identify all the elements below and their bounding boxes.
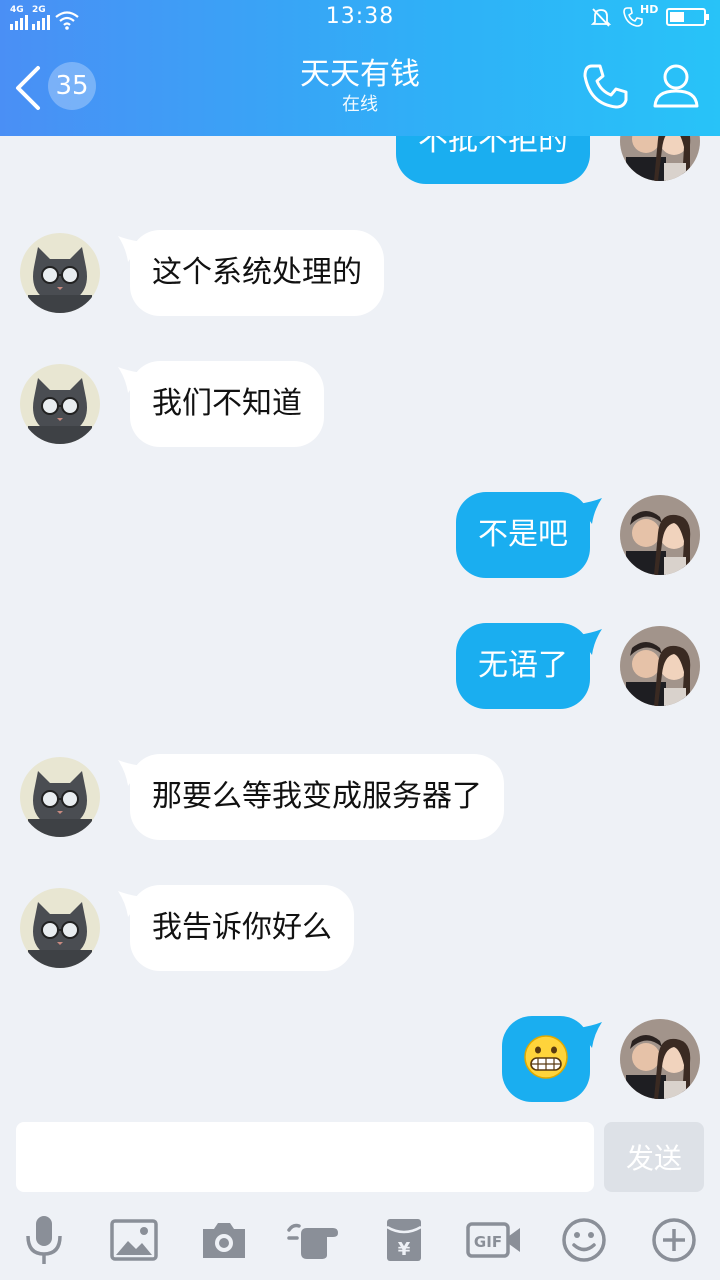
hd-label: HD bbox=[640, 3, 659, 16]
svg-text:¥: ¥ bbox=[398, 1239, 411, 1260]
message-input[interactable] bbox=[16, 1122, 594, 1192]
chat-header: 4G 2G 13:38 HD 35 天天有钱 在线 bbox=[0, 0, 720, 136]
unread-count-badge: 35 bbox=[48, 62, 96, 110]
message-bubble[interactable]: 我们不知道 bbox=[130, 361, 324, 447]
my-avatar[interactable] bbox=[620, 1019, 700, 1099]
photo-album-button[interactable] bbox=[104, 1212, 164, 1268]
bubble-tail bbox=[578, 629, 602, 655]
message-outgoing: 无语了 bbox=[0, 621, 720, 711]
back-button[interactable]: 35 bbox=[12, 58, 102, 118]
chat-message-list[interactable]: 不批不拒的 这个系统处理的 我们不知道 不是吧 无语了 那要么等我变成服务器了 … bbox=[0, 0, 720, 1110]
red-packet-button[interactable]: ¥ bbox=[374, 1212, 434, 1268]
my-avatar[interactable] bbox=[620, 626, 700, 706]
contact-avatar[interactable] bbox=[20, 233, 100, 313]
hd-call-icon: HD bbox=[622, 3, 659, 28]
battery-icon bbox=[666, 8, 709, 26]
gif-button[interactable]: GIF bbox=[462, 1212, 526, 1268]
svg-text:GIF: GIF bbox=[474, 1233, 502, 1251]
voice-input-button[interactable] bbox=[14, 1212, 74, 1268]
poke-hand-icon bbox=[287, 1223, 338, 1259]
message-incoming: 这个系统处理的 bbox=[0, 228, 720, 318]
poke-button[interactable] bbox=[284, 1212, 348, 1268]
message-incoming: 我告诉你好么 bbox=[0, 883, 720, 973]
send-button[interactable]: 发送 bbox=[604, 1122, 704, 1192]
contact-title[interactable]: 天天有钱 在线 bbox=[160, 56, 560, 116]
contact-avatar[interactable] bbox=[20, 364, 100, 444]
status-bar: 4G 2G 13:38 HD bbox=[0, 0, 720, 36]
camera-button[interactable] bbox=[194, 1212, 254, 1268]
message-incoming: 那要么等我变成服务器了 bbox=[0, 752, 720, 842]
grimacing-face-emoji bbox=[524, 1034, 568, 1079]
contact-name: 天天有钱 bbox=[300, 57, 420, 92]
red-packet-icon: ¥ bbox=[386, 1219, 422, 1261]
my-avatar[interactable] bbox=[620, 495, 700, 575]
contact-avatar[interactable] bbox=[20, 757, 100, 837]
bubble-tail bbox=[578, 1022, 602, 1048]
message-composer: 发送 ¥ GIF bbox=[0, 1110, 720, 1280]
more-options-button[interactable] bbox=[644, 1212, 704, 1268]
gif-icon: GIF bbox=[466, 1222, 520, 1258]
contact-online-status: 在线 bbox=[342, 94, 378, 115]
message-bubble[interactable]: 那要么等我变成服务器了 bbox=[130, 754, 504, 840]
image-icon bbox=[110, 1219, 158, 1261]
composer-toolbar: ¥ GIF bbox=[0, 1204, 720, 1274]
message-incoming: 我们不知道 bbox=[0, 359, 720, 449]
contact-avatar[interactable] bbox=[20, 888, 100, 968]
mute-bell-icon bbox=[590, 8, 612, 27]
message-bubble[interactable]: 这个系统处理的 bbox=[130, 230, 384, 316]
message-outgoing: 不是吧 bbox=[0, 490, 720, 580]
emoji-button[interactable] bbox=[554, 1212, 614, 1268]
message-outgoing bbox=[0, 1014, 720, 1104]
camera-icon bbox=[203, 1223, 245, 1258]
person-icon bbox=[653, 64, 699, 108]
phone-icon bbox=[583, 64, 628, 109]
microphone-icon bbox=[26, 1216, 62, 1264]
message-bubble[interactable]: 我告诉你好么 bbox=[130, 885, 354, 971]
contact-profile-button[interactable] bbox=[650, 60, 702, 112]
plus-icon bbox=[652, 1218, 696, 1262]
emoji-icon bbox=[562, 1218, 606, 1262]
message-bubble[interactable] bbox=[502, 1016, 590, 1102]
message-bubble[interactable]: 无语了 bbox=[456, 623, 590, 709]
chevron-left-icon bbox=[16, 66, 40, 110]
voice-call-button[interactable] bbox=[580, 60, 632, 112]
message-bubble[interactable]: 不是吧 bbox=[456, 492, 590, 578]
bubble-tail bbox=[578, 498, 602, 524]
status-icons: HD bbox=[590, 3, 709, 28]
